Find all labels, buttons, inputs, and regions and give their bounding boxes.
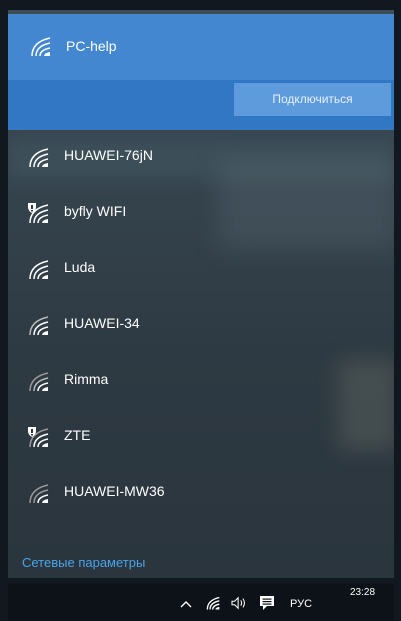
wifi-icon	[29, 484, 49, 504]
network-item[interactable]: ZTE	[8, 410, 394, 466]
wifi-icon	[29, 316, 49, 336]
connect-button[interactable]: Подключиться	[234, 83, 391, 116]
network-settings-link[interactable]: Сетевые параметры	[22, 555, 145, 570]
wifi-icon	[29, 260, 49, 280]
network-name: byfly WIFI	[64, 203, 127, 219]
wifi-flyout-root: PC-help Подключиться HUAWEI-76jN byfly W…	[0, 0, 401, 621]
wifi-icon	[29, 372, 49, 392]
network-name: HUAWEI-76jN	[64, 147, 153, 163]
chevron-up-icon[interactable]	[180, 598, 192, 610]
volume-icon[interactable]	[230, 596, 248, 610]
notification-icon[interactable]	[259, 595, 275, 611]
selected-network-name: PC-help	[66, 38, 117, 54]
selected-network-header[interactable]: PC-help	[8, 14, 394, 80]
network-item[interactable]: Luda	[8, 242, 394, 298]
network-name: ZTE	[64, 427, 91, 443]
network-item[interactable]: HUAWEI-MW36	[8, 466, 394, 522]
network-name: HUAWEI-MW36	[64, 483, 165, 499]
wifi-icon	[29, 148, 49, 168]
network-item[interactable]: HUAWEI-76jN	[8, 130, 394, 186]
taskbar: РУС 23:28	[8, 584, 394, 621]
wifi-open-shield-icon	[28, 203, 49, 224]
network-item[interactable]: HUAWEI-34	[8, 298, 394, 354]
network-name: Rimma	[64, 371, 109, 387]
network-item[interactable]: byfly WIFI	[8, 186, 394, 242]
language-indicator[interactable]: РУС	[290, 598, 312, 610]
network-name: HUAWEI-34	[64, 315, 140, 331]
network-name: Luda	[64, 259, 96, 275]
wifi-icon[interactable]	[206, 596, 222, 611]
wifi-icon	[31, 37, 51, 57]
wifi-open-shield-icon	[28, 427, 49, 448]
network-item[interactable]: Rimma	[8, 354, 394, 410]
clock[interactable]: 23:28	[350, 587, 375, 598]
selected-network[interactable]: PC-help Подключиться	[8, 14, 394, 130]
